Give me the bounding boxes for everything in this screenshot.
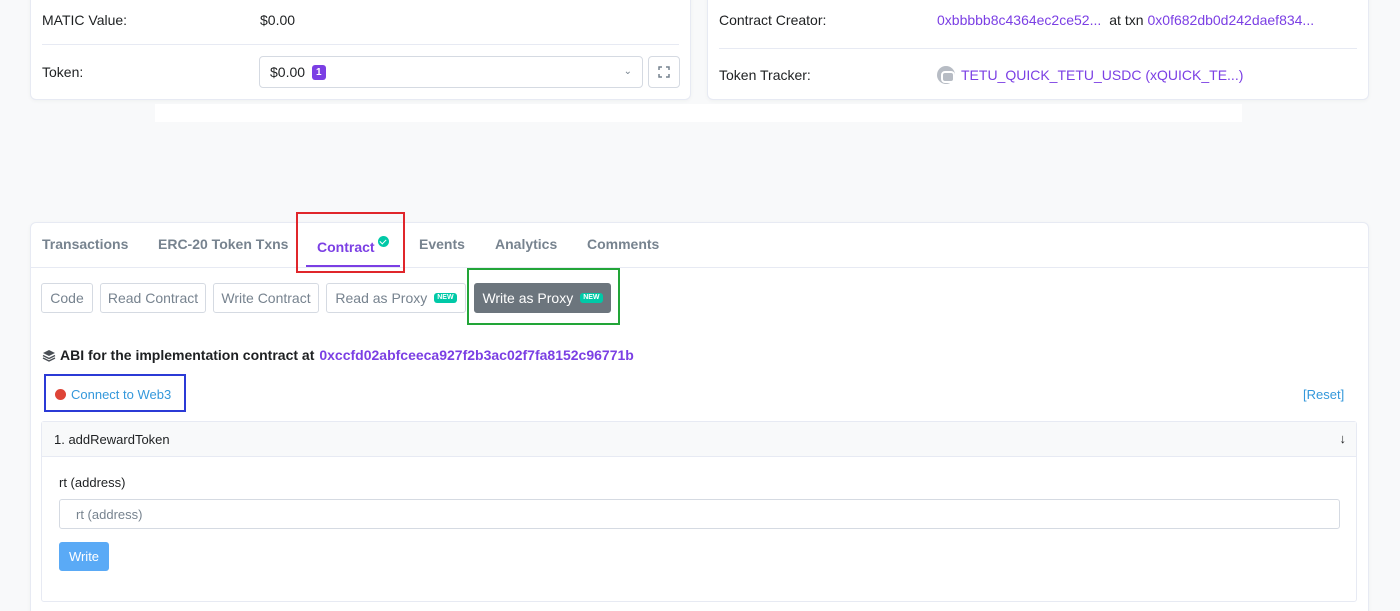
implementation-address-link[interactable]: 0xccfd02abfceeca927f2b3ac02f7fa8152c9677… bbox=[319, 347, 633, 363]
contract-tab-highlight bbox=[296, 212, 405, 273]
token-holdings-dropdown[interactable]: $0.00 1 ⌄ bbox=[259, 56, 643, 88]
banner-placeholder bbox=[155, 104, 1242, 122]
function-title: 1. addRewardToken bbox=[54, 431, 170, 447]
creator-txn-link[interactable]: 0x0f682db0d242daef834... bbox=[1148, 12, 1315, 28]
token-label: Token: bbox=[42, 64, 84, 80]
divider bbox=[719, 48, 1357, 49]
tab-events[interactable]: Events bbox=[419, 236, 465, 252]
token-tracker-label: Token Tracker: bbox=[719, 67, 811, 83]
write-as-proxy-highlight bbox=[467, 268, 620, 325]
matic-value-label: MATIC Value: bbox=[42, 12, 128, 28]
matic-value: $0.00 bbox=[260, 12, 296, 28]
connect-web3-highlight bbox=[44, 374, 186, 412]
tab-erc20-token-txns[interactable]: ERC-20 Token Txns bbox=[158, 236, 288, 252]
reset-link[interactable]: [Reset] bbox=[1303, 387, 1344, 402]
chevron-down-icon: ⌄ bbox=[623, 66, 632, 77]
code-button[interactable]: Code bbox=[41, 283, 93, 313]
token-count-badge: 1 bbox=[312, 64, 326, 80]
matic-value-row: MATIC Value: $0.00 bbox=[42, 12, 679, 28]
read-as-proxy-label: Read as Proxy bbox=[335, 290, 428, 306]
tab-comments[interactable]: Comments bbox=[587, 236, 659, 252]
layers-icon bbox=[42, 349, 56, 362]
tab-bar: Transactions ERC-20 Token Txns Contract … bbox=[31, 223, 1368, 268]
divider bbox=[42, 44, 679, 45]
expand-icon bbox=[658, 66, 670, 78]
token-tracker-row: Token Tracker: TETU_QUICK_TETU_USDC (xQU… bbox=[719, 66, 1357, 84]
write-contract-button[interactable]: Write Contract bbox=[213, 283, 319, 313]
tab-transactions[interactable]: Transactions bbox=[42, 236, 128, 252]
read-as-proxy-button[interactable]: Read as Proxy NEW bbox=[326, 283, 466, 313]
token-logo-icon bbox=[937, 66, 955, 84]
function-panel: 1. addRewardToken ↓ rt (address) Write bbox=[41, 421, 1357, 602]
param-label: rt (address) bbox=[59, 475, 126, 490]
expand-button[interactable] bbox=[648, 56, 680, 88]
abi-implementation-line: ABI for the implementation contract at 0… bbox=[42, 347, 634, 363]
write-button[interactable]: Write bbox=[59, 542, 109, 571]
new-badge: NEW bbox=[434, 293, 457, 303]
overview-card: MATIC Value: $0.00 Token: $0.00 1 ⌄ bbox=[30, 0, 691, 100]
at-txn-text: at txn bbox=[1109, 12, 1144, 28]
more-info-card: Contract Creator: 0xbbbbb8c4364ec2ce52..… bbox=[707, 0, 1369, 100]
read-contract-button[interactable]: Read Contract bbox=[100, 283, 206, 313]
contract-creator-label: Contract Creator: bbox=[719, 12, 827, 28]
contract-creator-row: Contract Creator: 0xbbbbb8c4364ec2ce52..… bbox=[719, 12, 1357, 28]
rt-address-input[interactable] bbox=[59, 499, 1340, 529]
token-value: $0.00 bbox=[270, 64, 306, 80]
abi-text: ABI for the implementation contract at bbox=[60, 347, 315, 363]
tab-analytics[interactable]: Analytics bbox=[495, 236, 557, 252]
creator-address-link[interactable]: 0xbbbbb8c4364ec2ce52... bbox=[937, 12, 1101, 28]
arrow-down-icon: ↓ bbox=[1339, 431, 1347, 446]
function-header[interactable]: 1. addRewardToken ↓ bbox=[42, 422, 1356, 457]
token-tracker-link[interactable]: TETU_QUICK_TETU_USDC (xQUICK_TE...) bbox=[961, 67, 1243, 83]
